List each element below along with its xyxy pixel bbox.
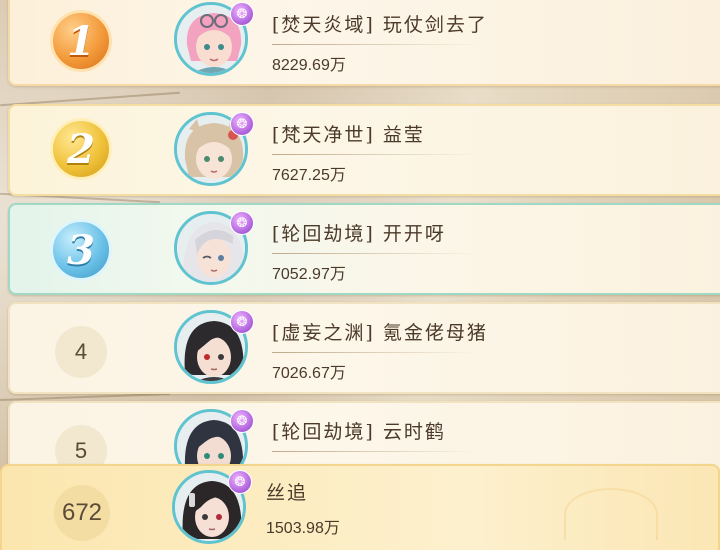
faction-badge-icon: ❂ bbox=[230, 211, 254, 235]
faction-badge-icon: ❂ bbox=[230, 310, 254, 334]
rank-1-medal-icon: 1 bbox=[50, 10, 112, 72]
player-score: 7627.25万 bbox=[272, 167, 346, 184]
faction-badge-icon: ❂ bbox=[230, 112, 254, 136]
my-rank-number-badge: 672 bbox=[54, 485, 110, 541]
player-score: 7052.97万 bbox=[272, 266, 346, 283]
row-divider bbox=[272, 451, 480, 452]
leaderboard-row-1[interactable]: 1 ❂ [焚天炎域] 玩仗剑去了 8229.69万 bbox=[8, 0, 720, 86]
rank-2-medal-icon: 2 bbox=[50, 118, 112, 180]
rank-number: 3 bbox=[67, 226, 95, 274]
rank-number: 1 bbox=[67, 17, 95, 65]
player-avatar-container[interactable]: ❂ bbox=[174, 2, 254, 82]
faction-badge-icon: ❂ bbox=[230, 2, 254, 26]
rank-3-medal-icon: 3 bbox=[50, 219, 112, 281]
player-name: [轮回劫境] 云时鹤 bbox=[272, 421, 446, 443]
leaderboard-row-3[interactable]: 3 ❂ [轮回劫境] 开开呀 7052.97万 bbox=[8, 203, 720, 295]
row-divider bbox=[272, 352, 480, 353]
player-score: 8229.69万 bbox=[272, 57, 346, 74]
my-player-name: 丝追 bbox=[266, 482, 309, 504]
row-divider bbox=[272, 154, 480, 155]
leaderboard-row-4[interactable]: 4 ❂ [虚妄之渊] 氪金佬母猪 7026.67万 bbox=[8, 302, 720, 394]
row-divider bbox=[272, 44, 480, 45]
player-name: [焚天炎域] 玩仗剑去了 bbox=[272, 14, 488, 36]
rank-number-badge: 4 bbox=[55, 326, 107, 378]
rank-number: 2 bbox=[67, 125, 95, 173]
player-avatar-container[interactable]: ❂ bbox=[174, 310, 254, 390]
my-player-score: 1503.98万 bbox=[266, 520, 340, 537]
player-name: [轮回劫境] 开开呀 bbox=[272, 223, 446, 245]
player-score: 7026.67万 bbox=[272, 365, 346, 382]
my-avatar-container[interactable]: ❂ bbox=[172, 470, 252, 550]
row-divider bbox=[272, 253, 480, 254]
player-name: [虚妄之渊] 氪金佬母猪 bbox=[272, 322, 488, 344]
decorative-fan-pattern bbox=[564, 488, 658, 540]
player-avatar-container[interactable]: ❂ bbox=[174, 211, 254, 291]
faction-badge-icon: ❂ bbox=[228, 470, 252, 494]
background-streak bbox=[0, 393, 170, 401]
leaderboard-row-2[interactable]: 2 ❂ [梵天净世] 益莹 7627.25万 bbox=[8, 104, 720, 196]
player-name: [梵天净世] 益莹 bbox=[272, 124, 425, 146]
my-rank-row[interactable]: 672 ❂ 丝追 1503.98万 bbox=[0, 464, 720, 550]
player-avatar-container[interactable]: ❂ bbox=[174, 112, 254, 192]
faction-badge-icon: ❂ bbox=[230, 409, 254, 433]
